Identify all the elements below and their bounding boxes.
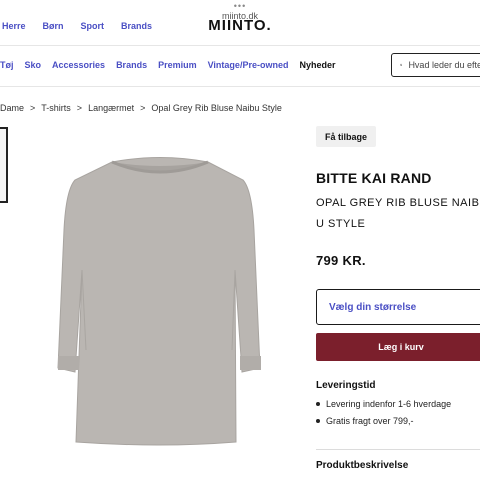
breadcrumb-item-tshirts[interactable]: T-shirts xyxy=(41,103,71,113)
breadcrumb-separator: > xyxy=(140,103,146,113)
description-divider xyxy=(316,449,480,450)
gender-nav-herre[interactable]: Herre xyxy=(2,21,26,31)
product-brand[interactable]: BITTE KAI RAND xyxy=(316,170,432,186)
breadcrumb-separator: > xyxy=(76,103,83,113)
description-heading[interactable]: Produktbeskrivelse xyxy=(316,460,408,471)
product-price: 799 KR. xyxy=(316,253,366,268)
breadcrumb-item-langaermet[interactable]: Langærmet xyxy=(88,103,134,113)
product-title: OPAL GREY RIB BLUSE NAIBU STYLE xyxy=(316,197,480,230)
gender-nav-born[interactable]: Børn xyxy=(43,21,64,31)
search-placeholder: Hvad leder du efter? xyxy=(408,60,480,70)
cat-nav-premium[interactable]: Premium xyxy=(158,60,197,70)
product-thumbnail[interactable] xyxy=(0,127,8,203)
product-image[interactable] xyxy=(40,150,280,450)
size-select[interactable]: Vælg din størrelse xyxy=(316,289,480,325)
gender-nav-brands[interactable]: Brands xyxy=(121,21,152,31)
search-icon xyxy=(400,63,403,67)
breadcrumb: Dame > T-shirts > Langærmet > Opal Grey Rib Bl… xyxy=(0,103,282,113)
site-logo-text: MIINTO. xyxy=(208,18,272,30)
search-input[interactable]: Hvad leder du efter? xyxy=(391,53,480,77)
gender-nav: Herre Børn Sport Brands xyxy=(2,21,169,31)
breadcrumb-item-current: Opal Grey Rib Bluse Naibu Style xyxy=(151,103,282,113)
cat-nav-sko[interactable]: Sko xyxy=(25,60,42,70)
delivery-list: Levering indenfor 1-6 hverdage Gratis fr… xyxy=(316,399,451,433)
cat-nav-accessories[interactable]: Accessories xyxy=(52,60,105,70)
delivery-item: Gratis fragt over 799,- xyxy=(316,416,451,426)
top-header: ••• miinto.dk MIINTO. Herre Børn Sport B… xyxy=(0,0,480,46)
cat-nav-brands[interactable]: Brands xyxy=(116,60,147,70)
breadcrumb-item-dame[interactable]: Dame xyxy=(0,103,24,113)
back-button[interactable]: Få tilbage xyxy=(316,126,376,147)
cat-nav-vintage[interactable]: Vintage/Pre-owned xyxy=(208,60,289,70)
delivery-heading: Leveringstid xyxy=(316,380,376,391)
nav-divider xyxy=(0,86,480,87)
cat-nav-nyheder[interactable]: Nyheder xyxy=(299,60,335,70)
category-nav: Tøj Sko Accessories Brands Premium Vinta… xyxy=(0,60,346,70)
add-to-cart-button[interactable]: Læg i kurv xyxy=(316,333,480,361)
browser-menu-dots[interactable]: ••• xyxy=(0,2,480,11)
gender-nav-sport[interactable]: Sport xyxy=(81,21,105,31)
cat-nav-toj[interactable]: Tøj xyxy=(0,60,14,70)
delivery-item: Levering indenfor 1-6 hverdage xyxy=(316,399,451,409)
breadcrumb-separator: > xyxy=(30,103,36,113)
